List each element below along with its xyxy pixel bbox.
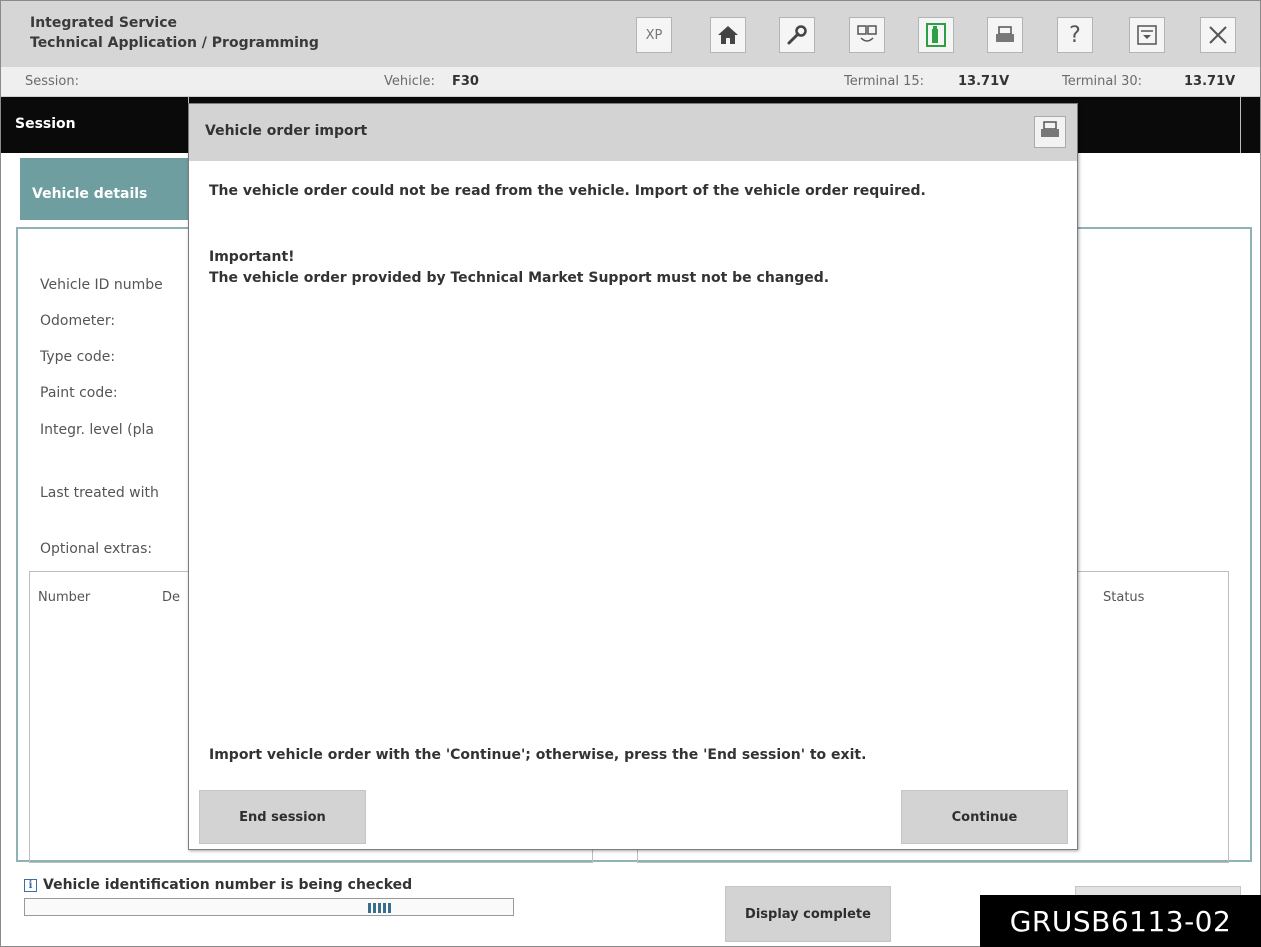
print-icon <box>994 25 1016 45</box>
dialog-print-button[interactable] <box>1034 116 1066 148</box>
app-title-line2: Technical Application / Programming <box>30 35 319 51</box>
vehicle-value: F30 <box>452 74 479 89</box>
info-icon: i <box>24 878 37 892</box>
service-functions-button[interactable] <box>779 17 815 53</box>
terminal15-value: 13.71V <box>958 74 1010 89</box>
tab-divider <box>1240 97 1241 153</box>
home-icon <box>717 25 739 45</box>
vehicle-order-import-dialog: Vehicle order import The vehicle order c… <box>188 103 1078 850</box>
paint-code-label: Paint code: <box>40 385 118 401</box>
app-title-line1: Integrated Service <box>30 15 178 31</box>
session-label: Session: <box>25 74 79 89</box>
terminal15-label: Terminal 15: <box>844 74 924 89</box>
type-code-label: Type code: <box>40 349 116 365</box>
xp-button[interactable]: XP <box>636 17 672 53</box>
dialog-important-text: The vehicle order provided by Technical … <box>209 270 830 286</box>
dialog-important-heading: Important! <box>209 249 295 265</box>
col-status-header: Status <box>1103 590 1145 605</box>
home-button[interactable] <box>710 17 746 53</box>
status-message: i Vehicle identification number is being… <box>24 877 412 893</box>
minimize-button[interactable] <box>1129 17 1165 53</box>
vin-label: Vehicle ID numbe <box>40 277 163 293</box>
progress-bar <box>24 898 514 916</box>
progress-segment <box>383 903 386 913</box>
end-session-button[interactable]: End session <box>199 790 366 844</box>
progress-segment <box>373 903 376 913</box>
close-button[interactable] <box>1200 17 1236 53</box>
optional-extras-label: Optional extras: <box>40 541 153 557</box>
tab-vehicle-details[interactable]: Vehicle details <box>20 158 192 220</box>
battery-button[interactable] <box>918 17 954 53</box>
col-description-header: De <box>162 590 181 605</box>
dialog-instruction: Import vehicle order with the 'Continue'… <box>209 747 867 763</box>
integration-level-label: Integr. level (pla <box>40 422 154 438</box>
display-complete-button[interactable]: Display complete <box>725 886 891 942</box>
tab-session[interactable]: Session <box>15 116 76 132</box>
col-number-header: Number <box>38 590 91 605</box>
diagnostics-icon <box>856 24 878 46</box>
title-bar: Integrated Service Technical Application… <box>1 1 1260 67</box>
help-button[interactable]: ? <box>1057 17 1093 53</box>
dialog-message: The vehicle order could not be read from… <box>209 183 926 199</box>
terminal30-value: 13.71V <box>1184 74 1236 89</box>
progress-segment <box>378 903 381 913</box>
help-icon: ? <box>1069 22 1081 48</box>
print-button[interactable] <box>987 17 1023 53</box>
progress-segment <box>388 903 391 913</box>
continue-button[interactable]: Continue <box>901 790 1068 844</box>
dialog-header: Vehicle order import <box>189 104 1077 161</box>
status-text: Vehicle identification number is being c… <box>43 877 413 893</box>
terminal30-label: Terminal 30: <box>1062 74 1142 89</box>
xp-label: XP <box>645 27 663 43</box>
close-icon <box>1208 25 1228 45</box>
figure-id-watermark: GRUSB6113-02 <box>980 895 1261 947</box>
progress-segment <box>368 903 371 913</box>
minimize-icon <box>1137 25 1157 45</box>
wrench-icon <box>786 24 808 46</box>
print-icon <box>1040 121 1060 143</box>
dialog-title: Vehicle order import <box>205 123 368 139</box>
diagnostics-button[interactable] <box>849 17 885 53</box>
session-info-bar: Session: Vehicle: F30 Terminal 15: 13.71… <box>1 67 1260 97</box>
battery-icon <box>926 23 946 47</box>
vehicle-label: Vehicle: <box>384 74 435 89</box>
last-treated-label: Last treated with <box>40 485 159 501</box>
app-title: Integrated Service Technical Application… <box>30 13 319 53</box>
odometer-label: Odometer: <box>40 313 116 329</box>
